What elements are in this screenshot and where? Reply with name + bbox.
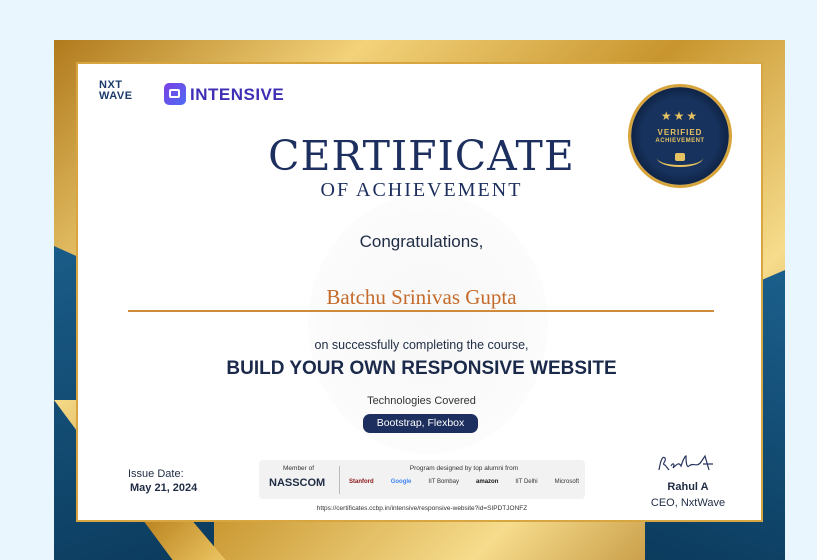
intensive-logo-icon [164,83,186,105]
nxtwave-logo-line2: WAVE [99,90,133,102]
certificate-subtitle: OF ACHIEVEMENT [320,179,523,201]
seal-stars-icon: ★★★ [660,109,700,123]
certificate-paper: NXT WAVE INTENSIVE ★★★ VERIFIED ACHIEVEM… [76,62,763,522]
iit-delhi-logo: IIT Delhi [515,479,538,485]
technologies-badge: Bootstrap, Flexbox [363,414,478,433]
verification-url[interactable]: https://certificates.ccbp.in/intensive/r… [259,505,585,512]
certificate-frame: NXT WAVE INTENSIVE ★★★ VERIFIED ACHIEVEM… [54,40,785,560]
issue-date-value: May 21, 2024 [130,482,198,494]
stanford-logo: Stanford [349,479,374,485]
signatory-role: CEO, NxtWave [650,497,726,509]
program-designed-text: Program designed by top alumni from [409,465,519,472]
partner-divider [339,466,340,494]
signature-image [658,454,713,471]
iit-bombay-logo: IIT Bombay [428,479,459,485]
technologies-label: Technologies Covered [367,395,476,407]
google-logo: Google [390,479,412,485]
issue-date-label: Issue Date: [128,468,184,480]
course-intro-text: on successfully completing the course, [314,338,529,352]
recipient-underline [128,310,714,312]
member-of-label: Member of [283,465,315,472]
nxtwave-logo: NXT WAVE [99,80,151,102]
amazon-logo: amazon [476,479,499,485]
recipient-name: Batchu Srinivas Gupta [326,285,517,309]
microsoft-logo: Microsoft [554,479,579,485]
partner-logo-row: Stanford Google IIT Bombay amazon IIT De… [349,479,579,485]
nasscom-logo: NASSCOM [269,477,326,489]
course-name: BUILD YOUR OWN RESPONSIVE WEBSITE [226,358,617,379]
certificate-title: CERTIFICATE [268,132,575,180]
signatory-name: Rahul A [667,481,709,493]
congratulations-text: Congratulations, [359,232,484,251]
partner-logos-strip: Member of NASSCOM Program designed by to… [259,460,585,499]
intensive-logo-text: INTENSIVE [190,85,285,104]
